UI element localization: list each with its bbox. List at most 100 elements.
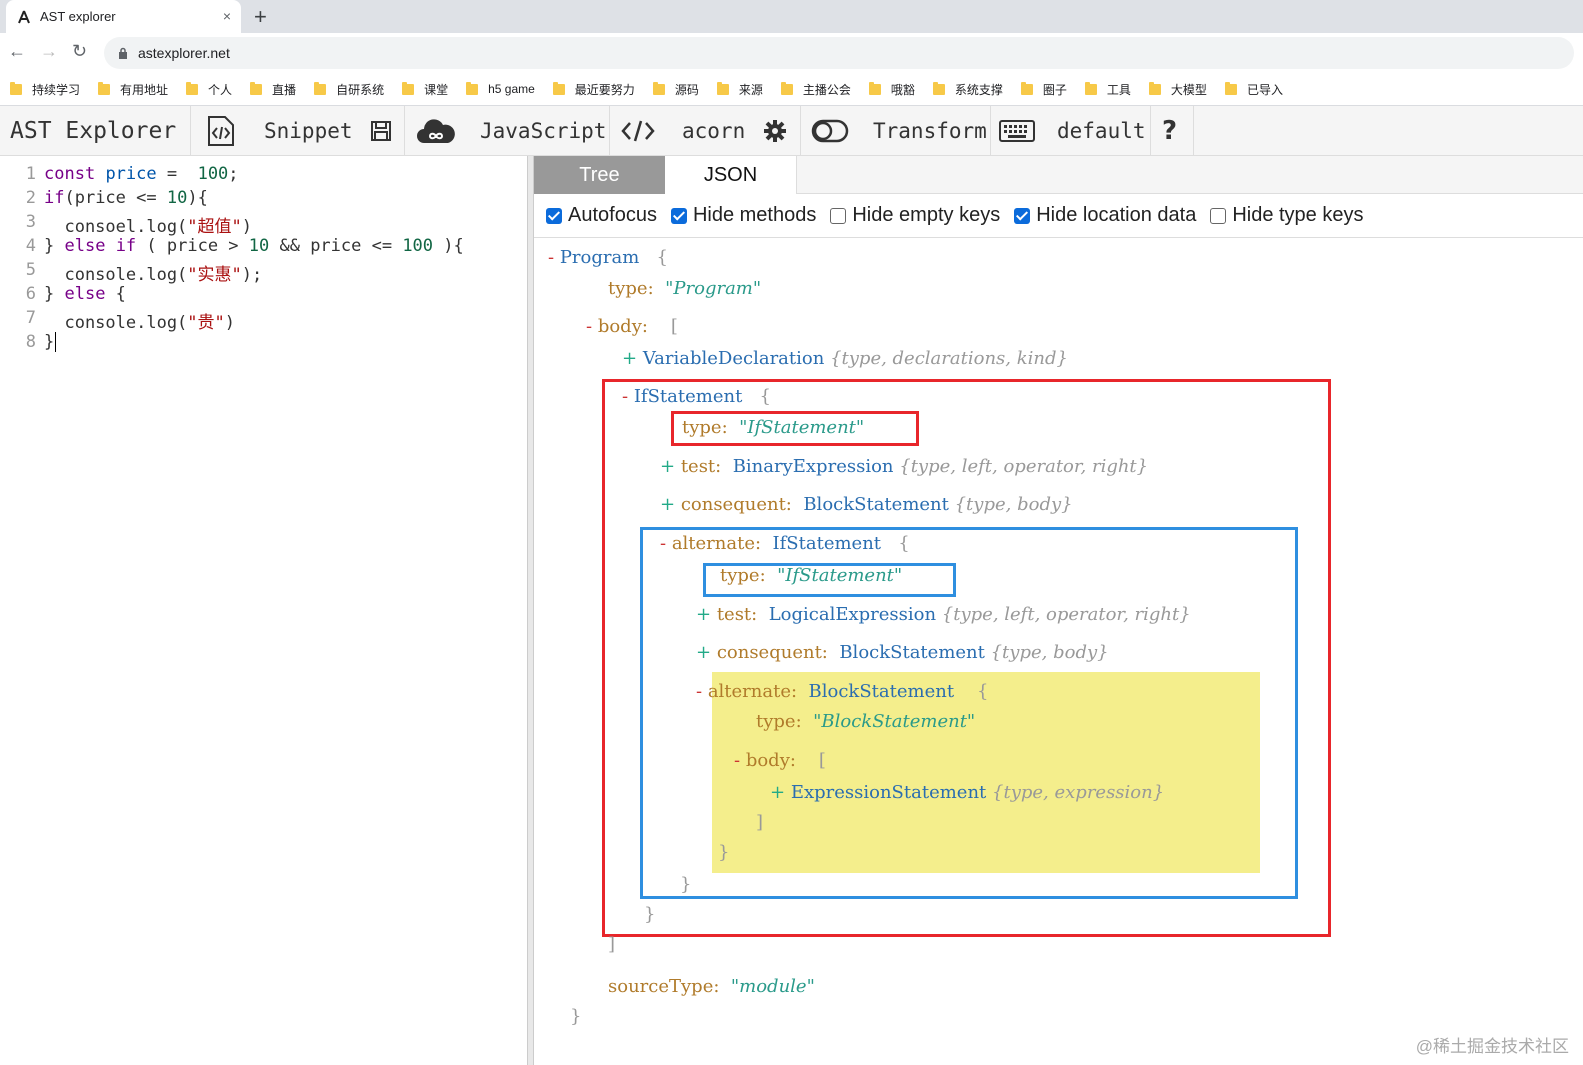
folder-icon [186, 81, 199, 95]
option-hide-type-keys[interactable]: Hide type keys [1210, 204, 1363, 227]
toolbar-divider [609, 106, 610, 156]
tree-brace-close: } [718, 842, 730, 863]
code-line: const price = 100; [44, 164, 239, 184]
line-number: 3 [25, 212, 36, 232]
bookmark-folder[interactable]: 来源 [716, 81, 763, 98]
bookmark-folder[interactable]: h5 game [466, 81, 535, 96]
parser-label: acorn [682, 119, 746, 143]
folder-icon [652, 81, 665, 95]
folder-icon [250, 81, 263, 95]
bookmark-folder[interactable]: 工具 [1084, 81, 1131, 98]
tree-node-if-statement[interactable]: - IfStatement { [622, 386, 771, 407]
ast-output-pane: Tree JSON Autofocus Hide methods Hide em… [534, 156, 1583, 1065]
line-number: 8 [25, 332, 36, 352]
option-autofocus[interactable]: Autofocus [546, 204, 657, 227]
tree-node-program[interactable]: - Program { [548, 247, 668, 268]
bookmark-folder[interactable]: 系统支撑 [932, 81, 1003, 98]
bookmark-label: 大模型 [1170, 82, 1207, 97]
bookmark-folder[interactable]: 主播公会 [780, 81, 851, 98]
browser-tab-strip: AST explorer × + [0, 0, 1583, 33]
save-button[interactable] [370, 106, 392, 156]
help-icon[interactable]: ? [1162, 106, 1177, 156]
checkbox-checked[interactable] [670, 207, 687, 224]
line-number: 6 [25, 284, 36, 304]
language-select[interactable]: JavaScript [416, 106, 606, 156]
code-editor[interactable]: 1 2 3 4 5 6 7 8 const price = 100; if(pr… [0, 156, 527, 1065]
bookmark-folder[interactable]: 大模型 [1148, 81, 1207, 98]
keymap-select[interactable]: default [999, 106, 1146, 156]
bookmark-folder[interactable]: 直播 [250, 81, 296, 98]
option-label: Hide methods [692, 204, 817, 226]
keyboard-icon [999, 120, 1035, 142]
option-label: Hide empty keys [852, 204, 1001, 226]
bookmark-folder[interactable]: 自研系统 [314, 81, 384, 98]
bookmark-label: 自研系统 [336, 82, 385, 97]
folder-icon [10, 81, 22, 95]
tree-prop-if-type: type: "IfStatement" [682, 417, 865, 438]
bookmark-folder[interactable]: 最近要努力 [552, 81, 635, 98]
bookmark-folder[interactable]: 已导入 [1224, 81, 1283, 98]
bookmark-label: 工具 [1106, 82, 1131, 97]
tree-prop-body[interactable]: - body: [ [586, 316, 678, 337]
bookmark-folder[interactable]: 圈子 [1020, 81, 1067, 98]
tree-prop-block-body[interactable]: - body: [ [734, 750, 826, 771]
folder-icon [1084, 81, 1097, 95]
tree-brace-close: } [680, 874, 692, 895]
line-number: 1 [25, 164, 36, 184]
parser-settings-button[interactable] [763, 106, 787, 156]
tree-prop-alternate[interactable]: - alternate: IfStatement { [660, 533, 910, 554]
tree-brace-close: } [644, 904, 656, 925]
tree-prop-type: type: "Program" [608, 278, 762, 299]
app-toolbar: AST Explorer Snippet JavaScript acorn Tr… [0, 106, 1583, 156]
tree-prop-alt-test[interactable]: + test: LogicalExpression {type, left, o… [696, 604, 1191, 625]
checkbox-checked[interactable] [1014, 207, 1031, 224]
folder-icon [466, 81, 479, 95]
tree-brace-close: } [570, 1006, 582, 1027]
toolbar-divider [404, 106, 405, 156]
tree-prop-alt-alternate[interactable]: - alternate: BlockStatement { [696, 681, 988, 702]
forward-icon[interactable]: → [40, 41, 58, 62]
reload-icon[interactable]: ↻ [72, 41, 87, 62]
toolbar-divider [800, 106, 801, 156]
browser-tab[interactable]: AST explorer × [6, 0, 241, 33]
tree-prop-consequent[interactable]: + consequent: BlockStatement {type, body… [660, 494, 1073, 515]
bookmark-folder[interactable]: 源码 [652, 81, 699, 98]
bookmark-folder[interactable]: 有用地址 [98, 81, 168, 98]
checkbox-unchecked[interactable] [1210, 207, 1227, 224]
tab-tree[interactable]: Tree [534, 156, 665, 194]
tree-node-expression-statement[interactable]: + ExpressionStatement {type, expression} [770, 782, 1164, 803]
tree-prop-test[interactable]: + test: BinaryExpression {type, left, op… [660, 456, 1148, 477]
new-tab-icon[interactable]: + [254, 4, 267, 30]
language-label: JavaScript [480, 119, 607, 143]
option-hide-empty-keys[interactable]: Hide empty keys [830, 204, 1000, 227]
snippet-button[interactable]: Snippet [206, 106, 353, 156]
url-field[interactable]: astexplorer.net [104, 37, 1574, 69]
folder-icon [868, 81, 881, 95]
back-icon[interactable]: ← [8, 41, 26, 62]
bookmark-folder[interactable]: 持续学习 [10, 81, 80, 98]
folder-icon [1148, 81, 1161, 95]
option-hide-methods[interactable]: Hide methods [670, 204, 817, 227]
checkbox-unchecked[interactable] [830, 207, 847, 224]
bookmark-folder[interactable]: 哦豁 [868, 81, 915, 98]
bookmark-label: 主播公会 [802, 82, 851, 97]
tree-prop-block-type: type: "BlockStatement" [756, 711, 976, 732]
code-line: console.log("贵") [44, 313, 236, 333]
transform-toggle[interactable]: Transform [811, 106, 987, 156]
toolbar-divider [1150, 106, 1151, 156]
tree-node-variable-declaration[interactable]: + VariableDeclaration {type, declaration… [622, 348, 1068, 369]
bookmark-folder[interactable]: 个人 [186, 81, 232, 98]
option-hide-location-data[interactable]: Hide location data [1014, 204, 1196, 227]
tree-prop-alt-consequent[interactable]: + consequent: BlockStatement {type, body… [696, 642, 1109, 663]
tab-json[interactable]: JSON [665, 156, 797, 194]
toggle-off-icon [811, 119, 849, 143]
bookmark-folder[interactable]: 课堂 [402, 81, 448, 98]
folder-icon [98, 81, 111, 95]
close-tab-icon[interactable]: × [223, 8, 231, 24]
checkbox-checked[interactable] [546, 207, 562, 224]
toolbar-divider [190, 106, 191, 156]
parser-select[interactable]: acorn [620, 106, 745, 156]
code-line: } else if ( price > 10 && price <= 100 )… [44, 236, 464, 256]
output-tabs: Tree JSON [534, 156, 1583, 194]
pane-splitter[interactable] [527, 156, 534, 1065]
